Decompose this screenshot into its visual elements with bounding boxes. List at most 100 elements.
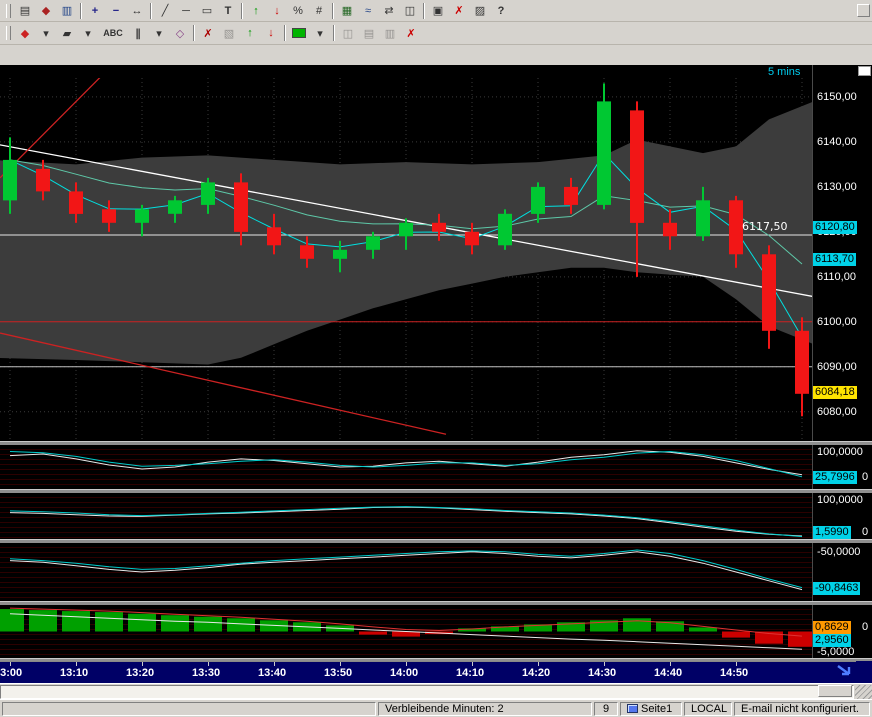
time-axis: 13:0013:1013:2013:3013:4013:5014:0014:10… xyxy=(0,661,856,683)
price-tag: 6113,70 xyxy=(813,253,856,266)
trendline-tool-icon[interactable]: ╱ xyxy=(155,2,175,20)
price-axis-label: 6110,00 xyxy=(817,271,856,283)
panel-divider xyxy=(0,658,872,661)
horizontal-line-tool-icon[interactable]: ─ xyxy=(176,2,196,20)
strategy-active-indicator[interactable] xyxy=(289,24,309,42)
resize-grip[interactable] xyxy=(855,685,872,700)
label-tool-icon[interactable]: ABC xyxy=(99,24,127,42)
arrow-up-marker-icon[interactable]: ↑ xyxy=(246,2,266,20)
symbol-list-icon[interactable]: ◆ xyxy=(36,2,56,20)
indicators-icon[interactable]: ▦ xyxy=(337,2,357,20)
sell-order-icon[interactable]: ↓ xyxy=(261,24,281,42)
new-chart-icon[interactable]: ▤ xyxy=(15,2,35,20)
erase-drawing-icon[interactable]: ✗ xyxy=(198,24,218,42)
percent-scale-icon[interactable]: % xyxy=(288,2,308,20)
price-axis-label: 6080,00 xyxy=(817,406,857,418)
chart-settings-icon[interactable]: ▨ xyxy=(470,2,490,20)
indicator-value-tag: 2,9560 xyxy=(813,634,851,647)
line-width-icon[interactable]: ▰ xyxy=(57,24,77,42)
strategy-dropdown-icon[interactable]: ▾ xyxy=(310,24,330,42)
status-page-number: 9 xyxy=(594,702,618,716)
price-marker-label: 6117,50 xyxy=(742,220,788,233)
pan-tool-icon[interactable]: ↔ xyxy=(127,2,147,20)
toolbar-drawing: ◆▾▰▾ABC∥▾◇✗▧↑↓▾◫▤▥✗ xyxy=(0,22,872,45)
toolbar-separator xyxy=(332,3,334,19)
chart-scroll-up-button[interactable] xyxy=(858,66,871,76)
fibonacci-tool-icon[interactable]: ◇ xyxy=(170,24,190,42)
price-axis-label: 6140,00 xyxy=(817,136,857,148)
moving-average-icon[interactable]: ≈ xyxy=(358,2,378,20)
toolbar-separator xyxy=(423,3,425,19)
time-axis-corner xyxy=(856,661,872,683)
price-axis-label: 6130,00 xyxy=(817,181,857,193)
indicator-value-tag: -90,8463 xyxy=(813,582,860,595)
scrollbar-thumb[interactable] xyxy=(818,685,852,697)
oscillator-1-plot xyxy=(0,445,812,489)
status-email-config: E-mail nicht konfiguriert. xyxy=(734,702,870,716)
time-axis-label: 13:40 xyxy=(258,667,286,679)
line-color-icon[interactable]: ◆ xyxy=(15,24,35,42)
time-axis-label: 14:50 xyxy=(720,667,748,679)
help-icon[interactable]: ? xyxy=(491,2,511,20)
print-chart-icon[interactable]: ▣ xyxy=(428,2,448,20)
time-axis-label: 13:30 xyxy=(192,667,220,679)
price-tag: 6084,18 xyxy=(813,386,857,399)
compare-symbols-icon[interactable]: ⇄ xyxy=(379,2,399,20)
indicator-panel-1[interactable] xyxy=(0,445,812,489)
time-axis-tick xyxy=(76,662,77,666)
jump-to-latest-icon[interactable] xyxy=(836,663,854,680)
fill-pattern-icon[interactable]: ▧ xyxy=(219,24,239,42)
toolbar-overflow-button[interactable] xyxy=(857,4,870,17)
delete-object-icon[interactable]: ✗ xyxy=(449,2,469,20)
time-axis-tick xyxy=(142,662,143,666)
trading-app-window: ▤◆▥+−↔╱─▭T↑↓%#▦≈⇄◫▣✗▨? ◆▾▰▾ABC∥▾◇✗▧↑↓▾◫▤… xyxy=(0,0,872,717)
quote-board-icon[interactable]: ▥ xyxy=(57,2,77,20)
time-axis-label: 14:20 xyxy=(522,667,550,679)
axis-zero-label: 0 xyxy=(862,621,868,633)
indicator-value-tag: 25,7996 xyxy=(813,471,857,484)
monitor-icon xyxy=(627,704,638,713)
time-axis-label: 13:00 xyxy=(0,667,22,679)
indicator-panel-2[interactable] xyxy=(0,493,812,539)
drawing-tool-dropdown-icon[interactable]: ▾ xyxy=(149,24,169,42)
indicator-panel-4[interactable] xyxy=(0,605,812,658)
status-connection-mode: LOCAL xyxy=(684,702,732,716)
tile-horizontal-icon[interactable]: ▤ xyxy=(359,24,379,42)
arrow-down-marker-icon[interactable]: ↓ xyxy=(267,2,287,20)
time-axis-label: 13:20 xyxy=(126,667,154,679)
axis-zero-label: 0 xyxy=(862,526,868,538)
split-view-icon[interactable]: ◫ xyxy=(400,2,420,20)
line-width-dropdown-icon[interactable]: ▾ xyxy=(78,24,98,42)
status-bar: Verbleibende Minuten: 2 9 Seite1 LOCAL E… xyxy=(0,699,872,717)
cascade-windows-icon[interactable]: ◫ xyxy=(338,24,358,42)
grid-toggle-icon[interactable]: # xyxy=(309,2,329,20)
toolbar-separator xyxy=(80,3,82,19)
time-axis-tick xyxy=(208,662,209,666)
indicator-panel-3[interactable] xyxy=(0,543,812,601)
buy-order-icon[interactable]: ↑ xyxy=(240,24,260,42)
time-axis-label: 13:10 xyxy=(60,667,88,679)
indicator-bottom-label: -5,0000 xyxy=(817,646,854,658)
time-axis-tick xyxy=(736,662,737,666)
price-axis-label: 6090,00 xyxy=(817,361,857,373)
status-page-label: Seite1 xyxy=(641,703,672,715)
toolbar-separator xyxy=(241,3,243,19)
toolbar-separator xyxy=(333,25,335,41)
time-axis-tick xyxy=(472,662,473,666)
axis-zero-label: 0 xyxy=(862,471,868,483)
timeframe-label: 5 mins xyxy=(768,66,800,78)
toolbar-separator xyxy=(284,25,286,41)
text-tool-icon[interactable]: T xyxy=(218,2,238,20)
tile-vertical-icon[interactable]: ▥ xyxy=(380,24,400,42)
close-all-windows-icon[interactable]: ✗ xyxy=(401,24,421,42)
zoom-in-icon[interactable]: + xyxy=(85,2,105,20)
time-axis-label: 14:30 xyxy=(588,667,616,679)
time-axis-tick xyxy=(406,662,407,666)
scrollbar-track[interactable] xyxy=(0,685,854,699)
main-candlestick-chart[interactable]: 6117,50 xyxy=(0,78,812,441)
zoom-out-icon[interactable]: − xyxy=(106,2,126,20)
status-page-name: Seite1 xyxy=(620,702,682,716)
rectangle-tool-icon[interactable]: ▭ xyxy=(197,2,217,20)
parallel-channel-tool-icon[interactable]: ∥ xyxy=(128,24,148,42)
line-color-dropdown-icon[interactable]: ▾ xyxy=(36,24,56,42)
